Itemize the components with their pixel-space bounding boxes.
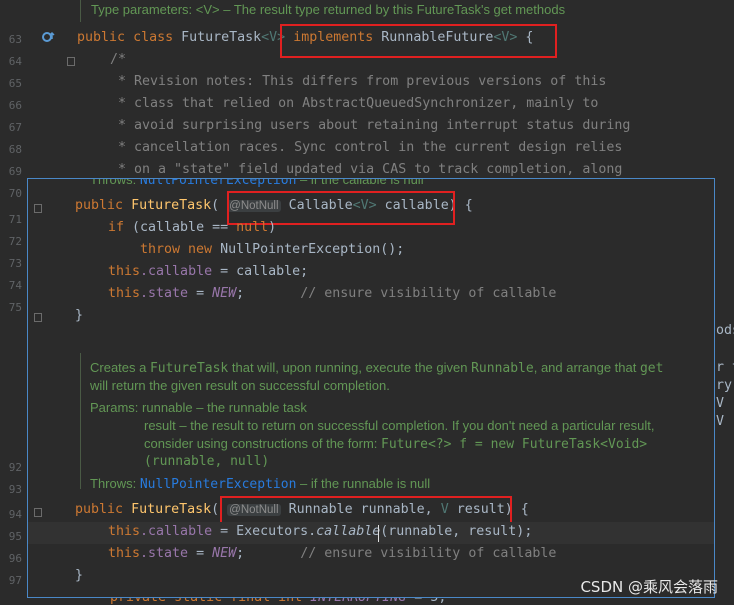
line-number: 95: [8, 530, 22, 543]
type-params-doc: Type parameters: <V> – The result type r…: [91, 2, 566, 17]
doc-throws: Throws: NullPointerException – if the ru…: [90, 476, 431, 492]
line-number: 75: [8, 301, 22, 314]
peek-text: V -: [716, 414, 734, 429]
line-number: 74: [8, 279, 22, 292]
code-line-76[interactable]: }: [75, 308, 83, 323]
doc-params-result: result – the result to return on success…: [144, 418, 655, 433]
csdn-watermark: CSDN @乘风会落雨: [580, 578, 718, 596]
text-caret: [378, 525, 379, 542]
comment-line: * on a "state" field updated via CAS to …: [110, 162, 623, 177]
line-number: 69: [8, 165, 22, 178]
fold-marker[interactable]: [34, 204, 42, 213]
line-number: 94: [8, 508, 22, 521]
doc-bar: [80, 353, 81, 489]
doc-line-1: Creates a FutureTask that will, upon run…: [90, 360, 664, 376]
fold-marker[interactable]: [67, 57, 75, 66]
line-number: 64: [8, 55, 22, 68]
doc-params-code: (runnable, null): [144, 454, 270, 469]
comment-line: * class that relied on AbstractQueuedSyn…: [110, 96, 599, 111]
line-number: 70: [8, 187, 22, 200]
quick-definition-popup[interactable]: Throws: NullPointerException – if the ca…: [27, 178, 715, 598]
code-line-72[interactable]: if (callable == null): [108, 220, 276, 235]
fold-marker[interactable]: [34, 508, 42, 517]
line-number: 68: [8, 143, 22, 156]
line-number: 71: [8, 213, 22, 226]
doc-params-consider: consider using constructions of the form…: [144, 436, 648, 452]
line-number: 73: [8, 257, 22, 270]
doc-bar: [80, 0, 81, 22]
code-line-73[interactable]: throw new NullPointerException();: [140, 242, 404, 257]
code-line-95[interactable]: this.callable = Executors.callable(runna…: [108, 524, 532, 539]
throws-doc-cut: Throws: NullPointerException – if the ca…: [90, 178, 424, 188]
line-number: 92: [8, 461, 22, 474]
line-number: 97: [8, 574, 22, 587]
code-line-75[interactable]: this.state = NEW; // ensure visibility o…: [108, 286, 556, 301]
comment-line: * Revision notes: This differs from prev…: [110, 74, 607, 89]
line-number: 93: [8, 483, 22, 496]
code-line-96[interactable]: this.state = NEW; // ensure visibility o…: [108, 546, 556, 561]
line-number: 67: [8, 121, 22, 134]
peek-text: ods: [716, 323, 734, 338]
comment-line: /*: [110, 52, 127, 67]
line-number: 96: [8, 552, 22, 565]
highlight-implements: [280, 24, 557, 58]
comment-line: * cancellation races. Sync control in th…: [110, 140, 623, 155]
line-number: 72: [8, 235, 22, 248]
line-number: 63: [8, 33, 22, 46]
doc-line-2: will return the given result on successf…: [90, 378, 390, 393]
peek-text: ry: [716, 378, 733, 393]
peek-text: V ->: [716, 396, 734, 411]
comment-line: * avoid surprising users about retaining…: [110, 118, 631, 133]
line-number: 65: [8, 77, 22, 90]
peek-text: r to: [716, 360, 734, 375]
code-line-74[interactable]: this.callable = callable;: [108, 264, 308, 279]
line-number: 66: [8, 99, 22, 112]
doc-params: Params: runnable – the runnable task: [90, 400, 307, 415]
implements-gutter-icon[interactable]: [40, 30, 56, 46]
code-line-97[interactable]: }: [75, 568, 83, 583]
fold-marker[interactable]: [34, 313, 42, 322]
